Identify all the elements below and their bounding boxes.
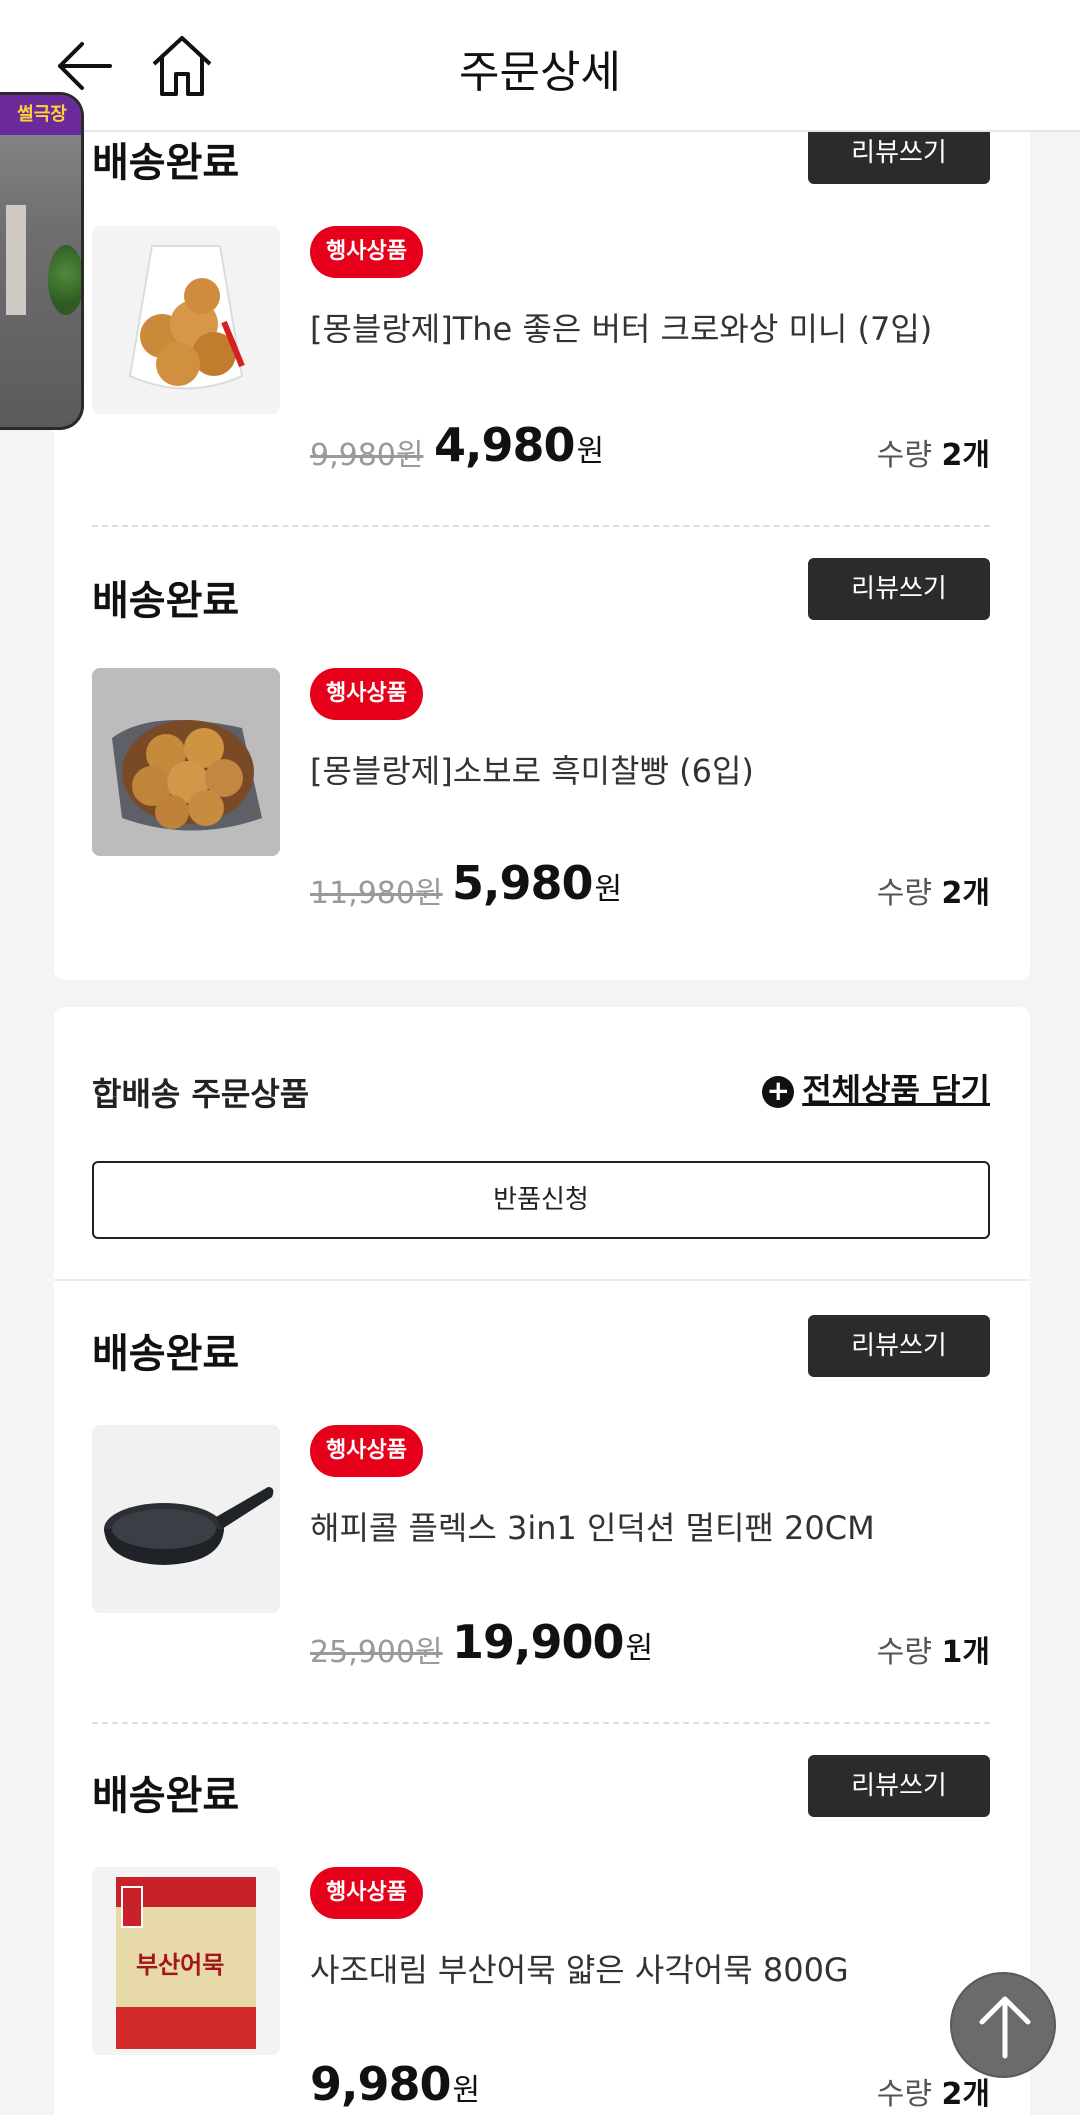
- order-card-1: 배송완료 리뷰쓰기 행사상품 [몽블랑제]The 좋은 버터 크로와상 미니 (…: [54, 92, 1030, 980]
- arrow-up-icon: [979, 1996, 1031, 2059]
- add-all-to-cart-link[interactable]: + 전체상품 담기: [762, 1065, 990, 1111]
- event-product-badge: 행사상품: [310, 668, 423, 720]
- event-product-badge: 행사상품: [310, 1867, 423, 1919]
- sale-price: 19,900원: [452, 1615, 653, 1669]
- delivery-status: 배송완료: [92, 140, 240, 186]
- order-item: 배송완료 리뷰쓰기 행사상품 [몽블랑제]소보로 흑미찰빵 (6입) 11,98…: [54, 534, 1030, 980]
- sale-price: 5,980원: [452, 856, 622, 910]
- product-image-frying-pan[interactable]: [92, 1425, 280, 1613]
- product-name[interactable]: [몽블랑제]The 좋은 버터 크로와상 미니 (7입): [310, 304, 990, 350]
- page-title: 주문상세: [459, 47, 621, 98]
- product-image-soboro-bread[interactable]: [92, 668, 280, 856]
- scroll-to-top-button[interactable]: [950, 1972, 1056, 2078]
- return-request-button[interactable]: 반품신청: [92, 1161, 990, 1239]
- plus-circle-icon: +: [762, 1076, 795, 1108]
- sale-price: 4,980원: [434, 418, 604, 472]
- combined-shipping-title: 합배송 주문상품: [92, 1075, 310, 1113]
- delivery-status: 배송완료: [92, 1331, 240, 1377]
- video-scene-plant: [48, 245, 81, 315]
- quantity: 수량 2개: [876, 438, 990, 473]
- floating-video-thumbnail[interactable]: 썰극장: [0, 92, 84, 430]
- product-image-croissant[interactable]: [92, 226, 280, 414]
- original-price: 25,900원: [310, 1635, 443, 1670]
- sale-price: 9,980원: [310, 2057, 480, 2111]
- top-header: 주문상세: [0, 0, 1080, 132]
- original-price: 9,980원: [310, 438, 424, 473]
- quantity: 수량 2개: [876, 876, 990, 911]
- product-name[interactable]: [몽블랑제]소보로 흑미찰빵 (6입): [310, 746, 990, 792]
- delivery-status: 배송완료: [92, 1773, 240, 1819]
- product-name[interactable]: 해피콜 플렉스 3in1 인덕션 멀티팬 20CM: [310, 1503, 990, 1549]
- section-divider: [54, 1279, 1030, 1281]
- product-image-fish-cake[interactable]: 부산어묵: [92, 1867, 280, 2055]
- write-review-button[interactable]: 리뷰쓰기: [808, 1315, 990, 1377]
- delivery-status: 배송완료: [92, 578, 240, 624]
- order-card-2: 합배송 주문상품 + 전체상품 담기 반품신청 배송완료 리뷰쓰기 행사상품 해피…: [54, 1007, 1030, 2115]
- video-channel-label: 썰극장: [0, 95, 81, 135]
- write-review-button[interactable]: 리뷰쓰기: [808, 558, 990, 620]
- quantity: 수량 1개: [876, 1635, 990, 1670]
- order-item: 배송완료 리뷰쓰기 행사상품 해피콜 플렉스 3in1 인덕션 멀티팬 20CM…: [54, 1283, 1030, 1723]
- order-item: 배송완료 리뷰쓰기 부산어묵 행사상품 사조대림 부산어묵 얇은 사각어묵 80…: [54, 1723, 1030, 2115]
- event-product-badge: 행사상품: [310, 1425, 423, 1477]
- event-product-badge: 행사상품: [310, 226, 423, 278]
- original-price: 11,980원: [310, 876, 443, 911]
- order-item: 배송완료 리뷰쓰기 행사상품 [몽블랑제]The 좋은 버터 크로와상 미니 (…: [54, 92, 1030, 532]
- product-name[interactable]: 사조대림 부산어묵 얇은 사각어묵 800G: [310, 1945, 990, 1991]
- product-image-text: 부산어묵: [136, 1951, 225, 1979]
- video-scene-shelf: [6, 205, 26, 315]
- write-review-button[interactable]: 리뷰쓰기: [808, 1755, 990, 1817]
- item-divider: [92, 525, 990, 527]
